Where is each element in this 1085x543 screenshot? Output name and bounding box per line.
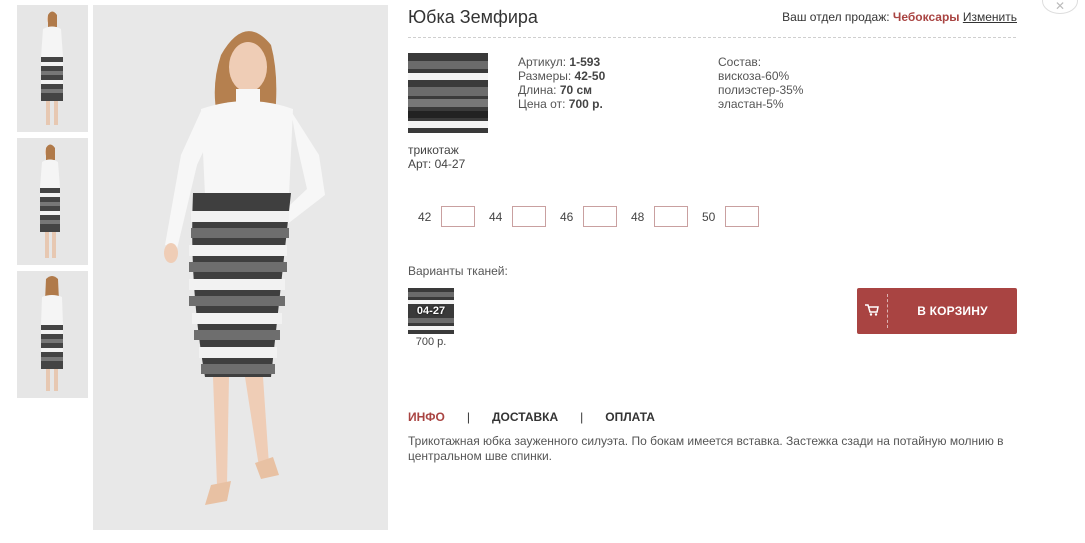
- thumbnail-gallery: [17, 5, 88, 404]
- close-icon[interactable]: ✕: [1042, 0, 1078, 14]
- spec-length: Длина: 70 см: [518, 83, 593, 97]
- size-group-42: 42: [418, 206, 475, 227]
- thumbnail-front[interactable]: [17, 5, 88, 132]
- composition-item: полиэстер-35%: [718, 83, 804, 97]
- add-to-cart-button[interactable]: В КОРЗИНУ: [857, 288, 1017, 334]
- sales-region-city: Чебоксары: [892, 10, 960, 24]
- fabric-variant-swatch: 04-27: [408, 288, 454, 334]
- tab-payment[interactable]: ОПЛАТА: [605, 410, 655, 424]
- fabric-swatch-image: [408, 53, 488, 133]
- sales-region: Ваш отдел продаж: Чебоксары Изменить: [782, 10, 1017, 24]
- change-region-link[interactable]: Изменить: [963, 10, 1017, 24]
- fabric-type: трикотаж: [408, 143, 459, 157]
- size-label: 44: [489, 209, 503, 224]
- model-thumbnail-image: [17, 5, 88, 132]
- model-thumbnail-image: [17, 138, 88, 265]
- size-label: 48: [631, 209, 645, 224]
- add-to-cart-label: В КОРЗИНУ: [917, 304, 988, 318]
- size-50-quantity-input[interactable]: [725, 206, 759, 227]
- spec-price: Цена от: 700 р.: [518, 97, 603, 111]
- tab-info[interactable]: ИНФО: [408, 410, 445, 424]
- size-42-quantity-input[interactable]: [441, 206, 475, 227]
- size-group-46: 46: [560, 206, 617, 227]
- thumbnail-side[interactable]: [17, 138, 88, 265]
- thumbnail-back[interactable]: [17, 271, 88, 398]
- sales-region-prefix: Ваш отдел продаж:: [782, 10, 890, 24]
- fabric-variant-code: 04-27: [416, 305, 446, 317]
- size-46-quantity-input[interactable]: [583, 206, 617, 227]
- cart-icon: [857, 303, 887, 319]
- header-divider: [408, 37, 1016, 38]
- composition-item: вискоза-60%: [718, 69, 790, 83]
- tab-delivery[interactable]: ДОСТАВКА: [492, 410, 558, 424]
- main-product-photo[interactable]: [93, 5, 388, 530]
- composition: Состав: вискоза-60% полиэстер-35% эласта…: [718, 55, 803, 111]
- size-label: 46: [560, 209, 574, 224]
- fabric-variants-label: Варианты тканей:: [408, 264, 508, 278]
- info-tabs: ИНФО | ДОСТАВКА | ОПЛАТА: [408, 410, 655, 424]
- tab-separator: |: [466, 410, 470, 424]
- size-quantity-selector: 42 44 46 48 50: [418, 206, 773, 227]
- fabric-variant-price: 700 р.: [415, 336, 447, 348]
- fabric-caption: трикотаж Арт: 04-27: [408, 143, 465, 171]
- fabric-variant[interactable]: 04-27 700 р.: [408, 288, 454, 348]
- size-44-quantity-input[interactable]: [512, 206, 546, 227]
- fabric-article: Арт: 04-27: [408, 157, 466, 171]
- size-group-50: 50: [702, 206, 759, 227]
- fabric-swatch[interactable]: [408, 53, 488, 133]
- size-group-48: 48: [631, 206, 688, 227]
- tab-separator: |: [580, 410, 584, 424]
- product-specs: Артикул: 1-593 Размеры: 42-50 Длина: 70 …: [518, 55, 605, 111]
- size-48-quantity-input[interactable]: [654, 206, 688, 227]
- size-label: 42: [418, 209, 432, 224]
- product-description: Трикотажная юбка зауженного силуэта. По …: [408, 434, 1004, 463]
- spec-sizes: Размеры: 42-50: [518, 69, 606, 83]
- model-photo-image: [93, 5, 388, 530]
- size-label: 50: [702, 209, 716, 224]
- product-title: Юбка Земфира: [408, 7, 538, 27]
- model-thumbnail-image: [17, 271, 88, 398]
- spec-article: Артикул: 1-593: [518, 55, 601, 69]
- composition-label: Состав:: [718, 55, 762, 69]
- composition-item: эластан-5%: [718, 97, 784, 111]
- size-group-44: 44: [489, 206, 546, 227]
